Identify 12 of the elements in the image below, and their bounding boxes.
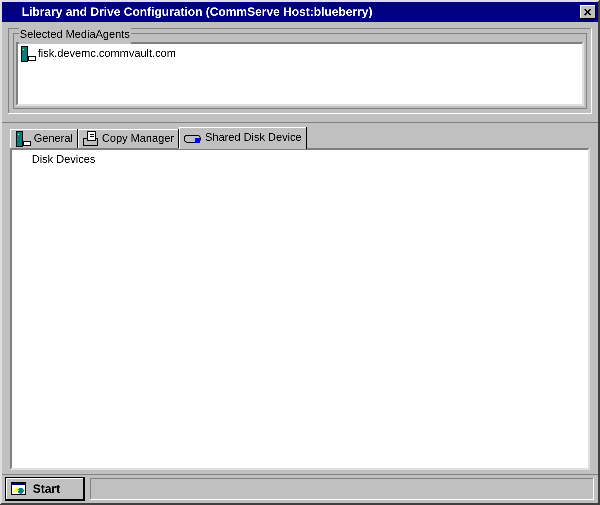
window-title: Library and Drive Configuration (CommServe Host:blueberry)	[22, 4, 373, 21]
tab[interactable]: Copy Manager	[78, 129, 180, 148]
tab[interactable]: Shared Disk Device	[179, 127, 307, 149]
list-item[interactable]: fisk.devemc.commvault.com	[20, 46, 580, 62]
disk-drive-icon	[184, 132, 202, 144]
start-icon	[11, 482, 27, 496]
server-icon	[20, 46, 36, 62]
tab[interactable]: General	[10, 129, 78, 148]
close-button[interactable]: ×	[580, 5, 596, 19]
group-label: Selected MediaAgents	[19, 27, 132, 44]
tree-item[interactable]: Disk Devices	[32, 152, 588, 168]
start-button[interactable]: Start	[6, 478, 84, 500]
